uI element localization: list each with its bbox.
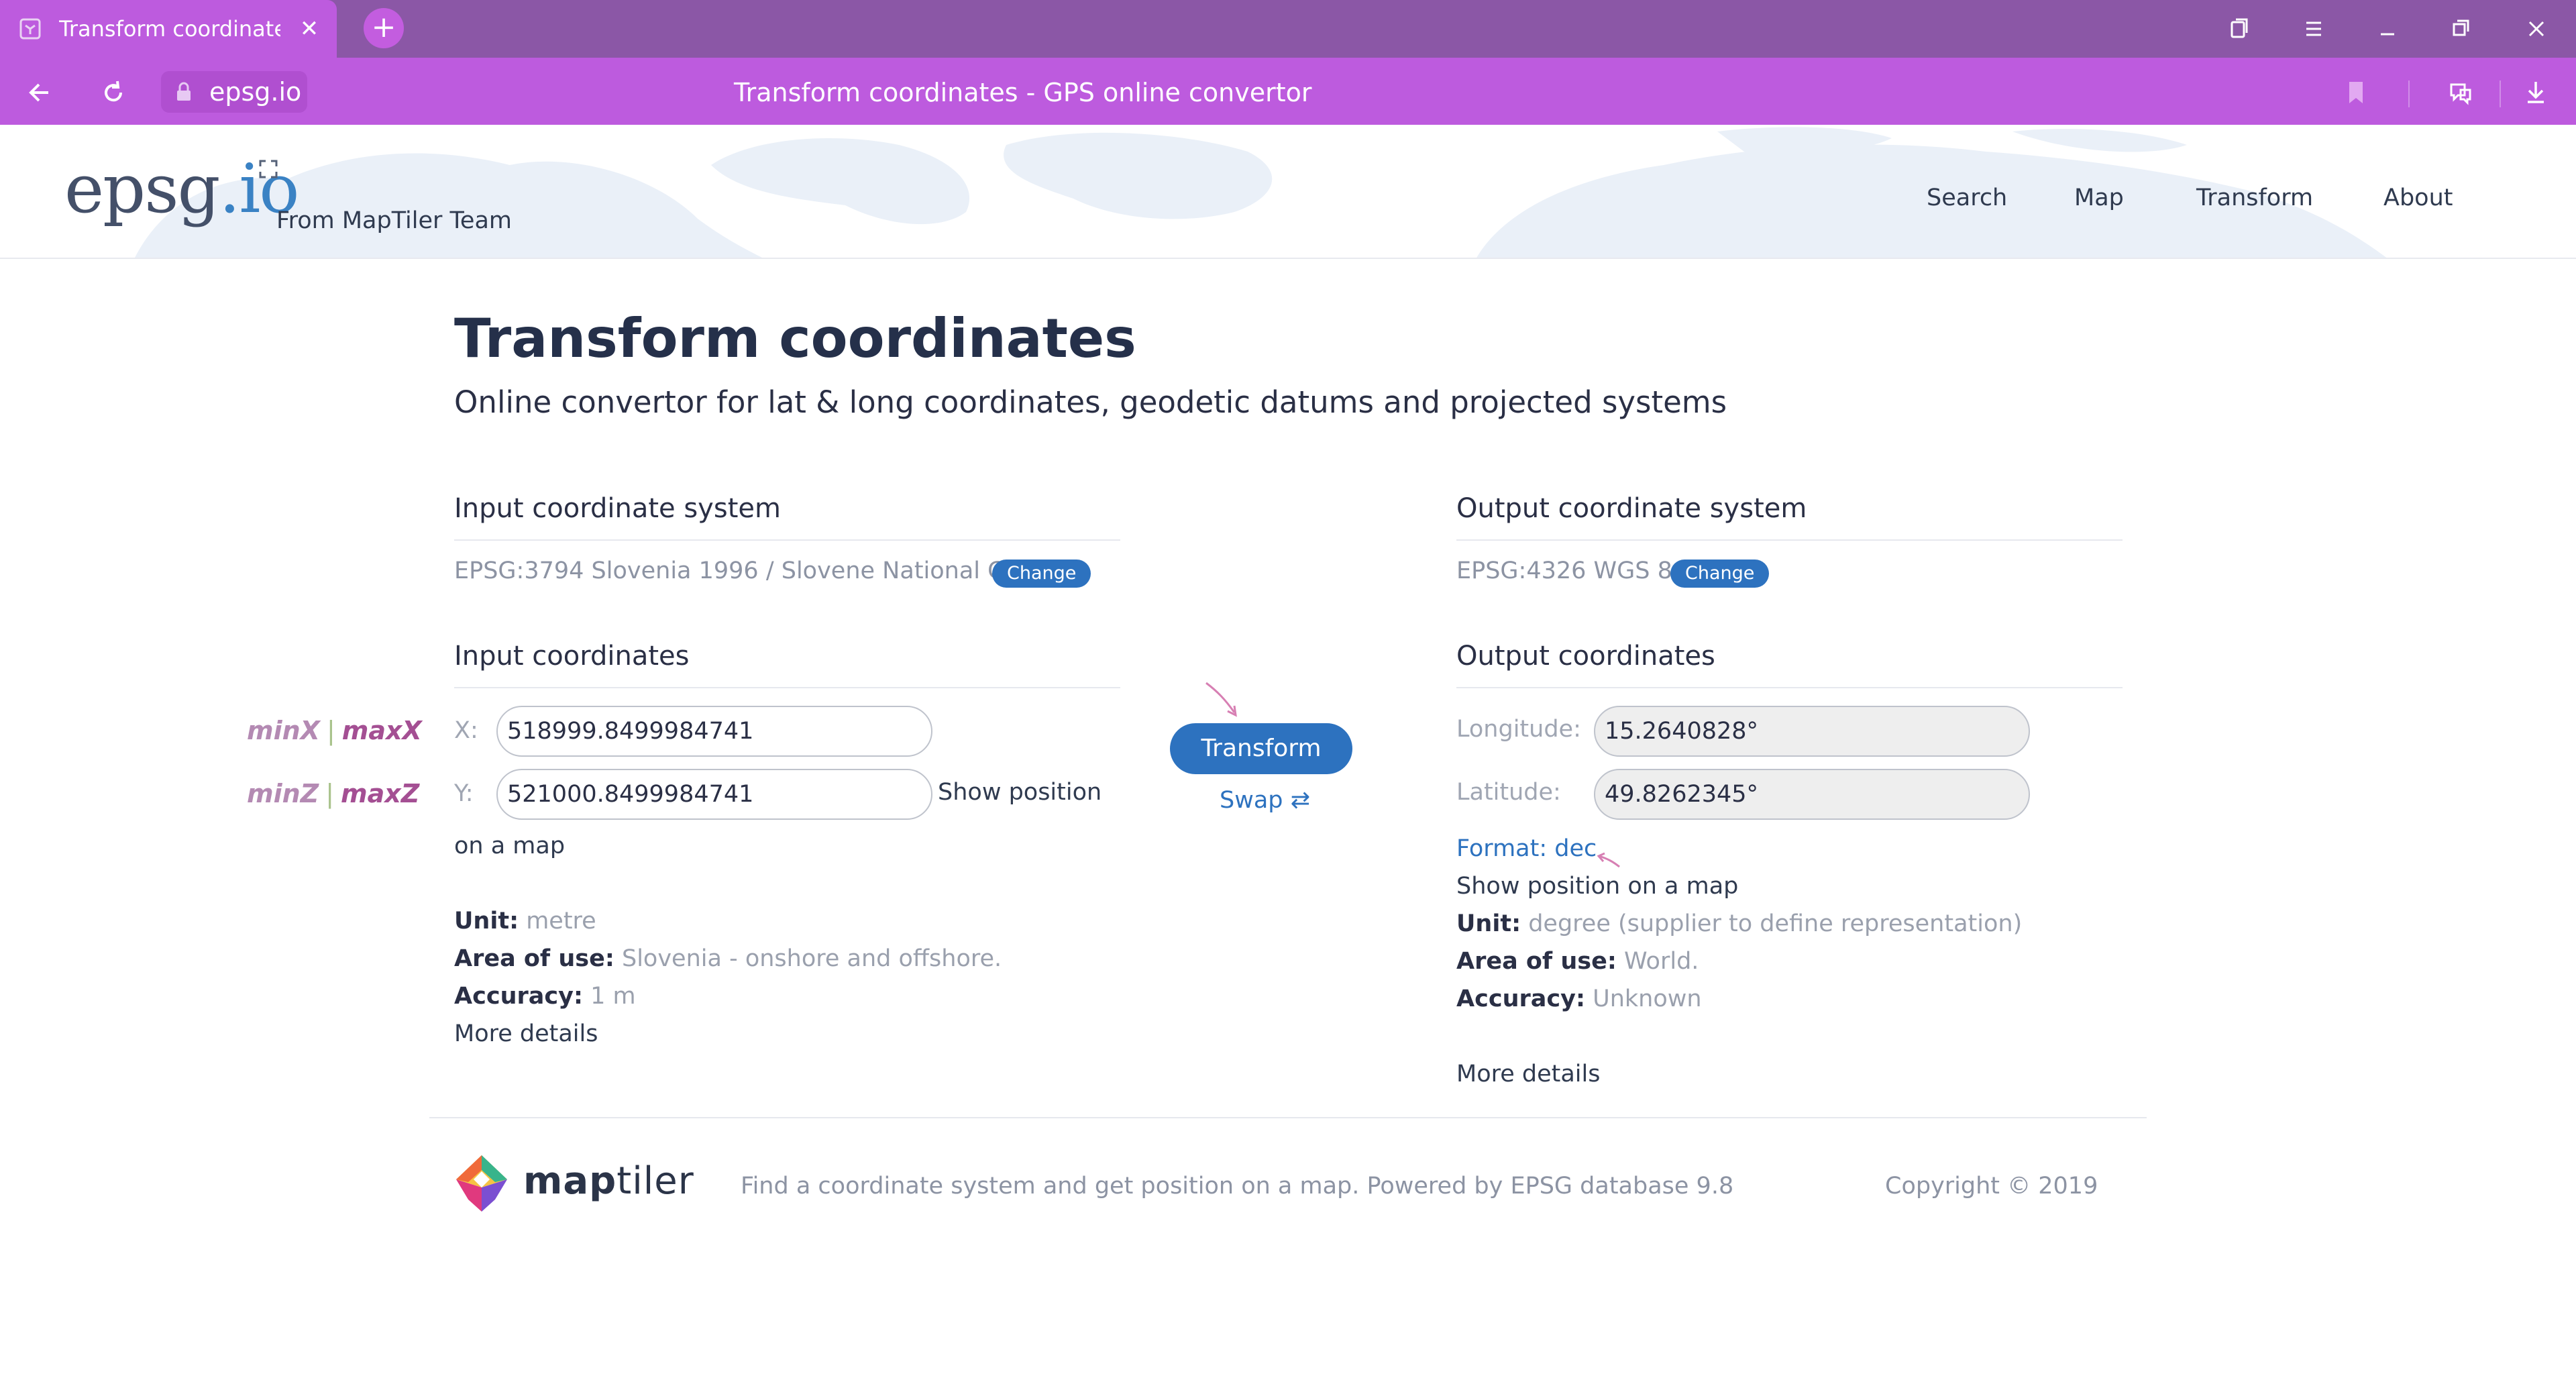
pointer-arrow-icon xyxy=(1205,682,1237,717)
output-more-details-link[interactable]: More details xyxy=(1456,1057,1601,1091)
extensions-icon[interactable] xyxy=(2442,74,2479,111)
output-unit-row: Unit: degree (supplier to define represe… xyxy=(1456,910,2023,937)
format-link[interactable]: Format: dec xyxy=(1456,832,1597,865)
output-change-button[interactable]: Change xyxy=(1670,560,1770,588)
y-label: Y: xyxy=(454,780,474,807)
address-field[interactable]: epsg.io xyxy=(161,71,307,113)
minz-maxz-annotation: minZ | maxZ xyxy=(247,779,420,808)
reload-icon[interactable] xyxy=(95,74,131,111)
maptiler-wordmark[interactable]: maptiler xyxy=(523,1158,694,1205)
input-coords-heading: Input coordinates xyxy=(454,641,690,672)
swap-link[interactable]: Swap ⇄ xyxy=(1220,784,1310,817)
page-subtitle: Online convertor for lat & long coordina… xyxy=(454,384,1727,420)
page-title: Transform coordinates xyxy=(454,307,1136,370)
input-change-button[interactable]: Change xyxy=(992,560,1091,588)
world-map-background xyxy=(135,127,2387,258)
favicon-icon xyxy=(19,18,41,40)
bookmark-icon[interactable] xyxy=(2337,74,2375,111)
longitude-output[interactable]: 15.2640828° xyxy=(1594,706,2030,757)
nav-map[interactable]: Map xyxy=(2074,181,2124,215)
longitude-label: Longitude: xyxy=(1456,716,1581,743)
input-system-text: EPSG:3794 Slovenia 1996 / Slovene Nation… xyxy=(454,557,1037,584)
output-system-heading: Output coordinate system xyxy=(1456,493,1807,524)
input-show-position-link-cont[interactable]: on a map xyxy=(454,829,565,863)
output-coords-heading: Output coordinates xyxy=(1456,641,1715,672)
y-input[interactable]: 521000.8499984741 xyxy=(496,769,932,820)
close-window-icon[interactable] xyxy=(2520,12,2553,46)
toolbar-divider xyxy=(2500,81,2501,107)
divider xyxy=(454,687,1120,688)
footer-description: Find a coordinate system and get positio… xyxy=(741,1173,1734,1200)
input-area-row: Area of use: Slovenia - onshore and offs… xyxy=(454,945,1002,972)
site-header: epsg.io From MapTiler Team Search Map Tr… xyxy=(0,125,2576,259)
transform-button[interactable]: Transform xyxy=(1170,723,1352,774)
maptiler-logo-icon[interactable] xyxy=(453,1153,510,1214)
input-accuracy-row: Accuracy: 1 m xyxy=(454,983,636,1010)
restore-icon[interactable] xyxy=(2445,12,2478,46)
expand-icon[interactable] xyxy=(258,158,279,180)
input-more-details-link[interactable]: More details xyxy=(454,1017,598,1051)
output-accuracy-row: Accuracy: Unknown xyxy=(1456,986,1702,1012)
lock-icon xyxy=(177,82,191,101)
x-input[interactable]: 518999.8499984741 xyxy=(496,706,932,757)
output-show-position-link[interactable]: Show position on a map xyxy=(1456,869,1738,903)
nav-search[interactable]: Search xyxy=(1927,181,2007,215)
menu-icon[interactable] xyxy=(2297,12,2330,46)
nav-transform[interactable]: Transform xyxy=(2196,181,2313,215)
browser-tab-active[interactable]: Transform coordinates - ✕ xyxy=(0,0,337,58)
toolbar-divider xyxy=(2408,81,2410,107)
logo-subtitle[interactable]: From MapTiler Team xyxy=(276,204,512,237)
output-area-row: Area of use: World. xyxy=(1456,948,1699,975)
minx-maxx-annotation: minX | maxX xyxy=(247,716,422,745)
address-page-title: Transform coordinates - GPS online conve… xyxy=(734,78,1312,107)
x-label: X: xyxy=(454,717,478,744)
input-system-heading: Input coordinate system xyxy=(454,493,781,524)
latitude-output[interactable]: 49.8262345° xyxy=(1594,769,2030,820)
back-arrow-icon[interactable] xyxy=(21,74,58,111)
output-system-text: EPSG:4326 WGS 84 xyxy=(1456,557,1688,584)
new-tab-button[interactable]: + xyxy=(364,8,404,48)
browser-tabstrip: Transform coordinates - ✕ + xyxy=(0,0,2576,58)
divider xyxy=(1456,687,2123,688)
footer-divider xyxy=(429,1117,2147,1118)
tab-close-icon[interactable]: ✕ xyxy=(297,16,322,42)
pointer-arrow-icon xyxy=(1597,852,1620,868)
minimize-icon[interactable] xyxy=(2371,12,2404,46)
browser-toolbar: epsg.io Transform coordinates - GPS onli… xyxy=(0,58,2576,125)
input-unit-row: Unit: metre xyxy=(454,908,596,935)
nav-about[interactable]: About xyxy=(2383,181,2453,215)
divider xyxy=(1456,539,2123,541)
download-icon[interactable] xyxy=(2517,74,2555,111)
divider xyxy=(454,539,1120,541)
input-show-position-link[interactable]: Show position xyxy=(938,776,1102,809)
url-text: epsg.io xyxy=(209,77,302,107)
tab-title: Transform coordinates - xyxy=(59,16,280,42)
collections-icon[interactable] xyxy=(2223,12,2257,46)
latitude-label: Latitude: xyxy=(1456,779,1561,806)
footer-copyright: Copyright © 2019 xyxy=(1885,1173,2098,1200)
